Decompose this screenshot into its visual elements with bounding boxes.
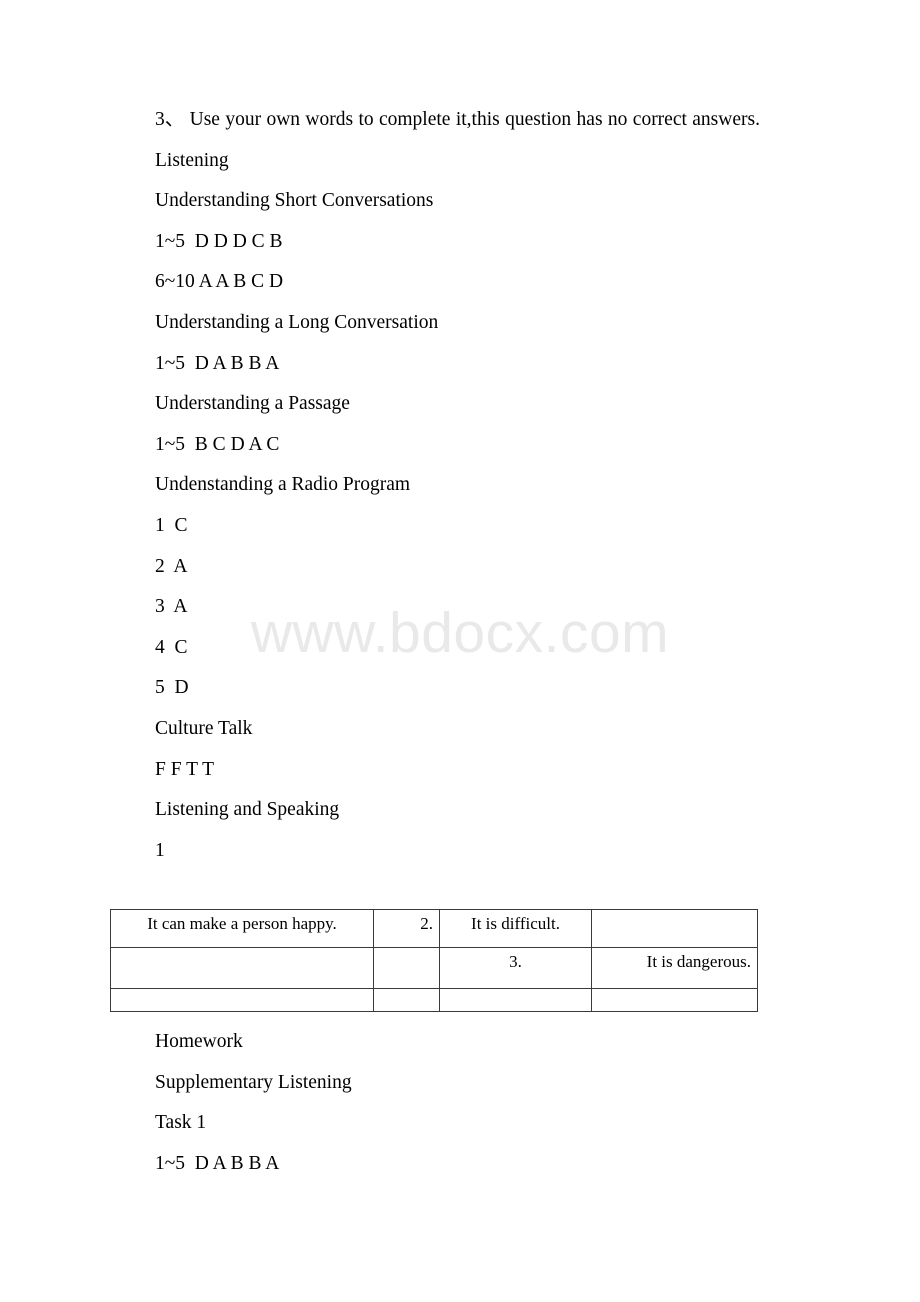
table-cell-r1-c3: It is difficult. — [439, 909, 592, 948]
paragraph-task-1-answers: 1~5 D A B B A — [155, 1152, 280, 1174]
answers-table-body: It can make a person happy. 2. It is diffi… — [110, 909, 758, 1012]
table-cell-r3-c1 — [110, 988, 374, 1012]
paragraph-radio-answer-4: 4 C — [155, 636, 188, 658]
paragraph-radio-program-heading: Undenstanding a Radio Program — [155, 474, 411, 496]
table-cell-r2-c4: It is dangerous. — [591, 947, 758, 989]
table-cell-r3-c4 — [591, 988, 758, 1012]
paragraph-radio-answer-2: 2 A — [155, 555, 188, 577]
paragraph-listening-speaking-item-1: 1 — [155, 839, 165, 861]
paragraph-culture-talk-heading: Culture Talk — [155, 717, 253, 739]
table-cell-r1-c4 — [591, 909, 758, 948]
paragraph-passage-heading: Understanding a Passage — [155, 393, 350, 415]
answers-table-container: It can make a person happy. 2. It is diffi… — [110, 909, 758, 1012]
paragraph-task-1-heading: Task 1 — [155, 1112, 207, 1134]
table-row: 3. It is dangerous. — [110, 947, 758, 989]
paragraph-passage-answers: 1~5 B C D A C — [155, 433, 280, 455]
table-cell-r2-c1 — [110, 947, 374, 989]
table-cell-r3-c2 — [373, 988, 440, 1012]
table-cell-r3-c3 — [439, 988, 592, 1012]
paragraph-homework-heading: Homework — [155, 1031, 243, 1052]
paragraph-intro: 3、 Use your own words to complete it,thi… — [155, 109, 760, 130]
paragraph-culture-talk-answers: F F T T — [155, 758, 215, 780]
table-row — [110, 988, 758, 1012]
paragraph-short-conversations-answers-6-10: 6~10 A A B C D — [155, 271, 284, 293]
document-page: www.bdocx.com 3、 Use your own words to c… — [0, 0, 920, 1302]
paragraph-short-conversations-heading: Understanding Short Conversations — [155, 190, 434, 212]
paragraph-listening: Listening — [155, 149, 229, 171]
answers-table: It can make a person happy. 2. It is diffi… — [110, 909, 758, 1012]
paragraph-long-conversation-heading: Understanding a Long Conversation — [155, 311, 439, 333]
paragraph-long-conversation-answers: 1~5 D A B B A — [155, 352, 280, 374]
document-body-top: 3、 Use your own words to complete it,thi… — [110, 100, 782, 871]
paragraph-radio-answer-1: 1 C — [155, 514, 188, 536]
document-body-bottom: Homework Supplementary Listening Task 1 1~5… — [110, 1022, 782, 1184]
paragraph-radio-answer-5: 5 D — [155, 677, 189, 699]
table-cell-r1-c1: It can make a person happy. — [110, 909, 374, 948]
table-cell-r2-c2 — [373, 947, 440, 989]
paragraph-listening-speaking-heading: Listening and Speaking — [155, 799, 340, 821]
table-row: It can make a person happy. 2. It is diffi… — [110, 909, 758, 948]
paragraph-supplementary-listening-heading: Supplementary Listening — [155, 1071, 352, 1093]
table-cell-r1-c2: 2. — [373, 909, 440, 948]
paragraph-short-conversations-answers-1-5: 1~5 D D D C B — [155, 230, 283, 252]
paragraph-radio-answer-3: 3 A — [155, 596, 188, 618]
table-cell-r2-c3: 3. — [439, 947, 592, 989]
